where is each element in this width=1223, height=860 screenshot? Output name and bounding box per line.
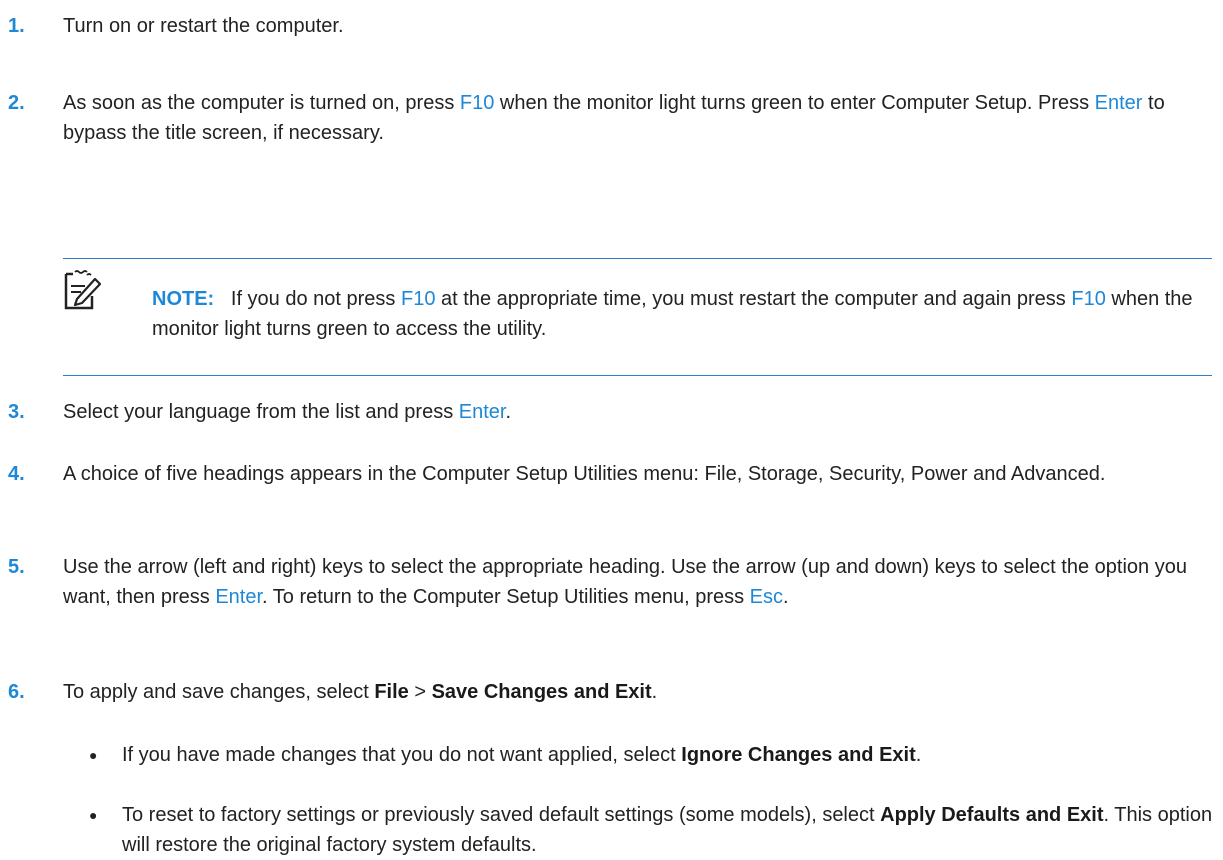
step-text: Turn on or restart the computer. [63,15,344,37]
step-text: Select your language from the list and p… [63,401,512,423]
note-pencil-icon [64,270,102,310]
step-text: To apply and save changes, select File >… [63,681,658,703]
step-number: 5. [8,556,25,578]
step-number: 2. [8,92,25,114]
menu-save-changes-and-exit: Save Changes and Exit [431,681,652,703]
bullet-icon: ● [89,807,98,823]
step-number: 6. [8,681,25,703]
menu-file: File [374,681,409,703]
key-f10: F10 [401,288,436,310]
step-text: Use the arrow (left and right) keys to s… [63,556,1187,608]
step-text: A choice of five headings appears in the… [63,463,1106,485]
note-text: NOTE: If you do not press F10 at the app… [152,288,1193,340]
step-number: 3. [8,401,25,423]
step-number: 1. [8,15,25,37]
note-label: NOTE: [152,288,215,310]
bullet-text: To reset to factory settings or previous… [122,804,1213,856]
key-enter: Enter [458,401,506,423]
bullet-icon: ● [89,747,98,763]
step-number: 4. [8,463,25,485]
key-enter: Enter [1094,92,1143,114]
key-esc: Esc [749,586,783,608]
key-f10: F10 [1071,288,1106,310]
bullet-text: If you have made changes that you do not… [122,744,922,766]
note-box: NOTE: If you do not press F10 at the app… [63,258,1212,376]
step-text: As soon as the computer is turned on, pr… [63,92,1165,144]
key-enter: Enter [215,586,263,608]
key-f10: F10 [459,92,495,114]
